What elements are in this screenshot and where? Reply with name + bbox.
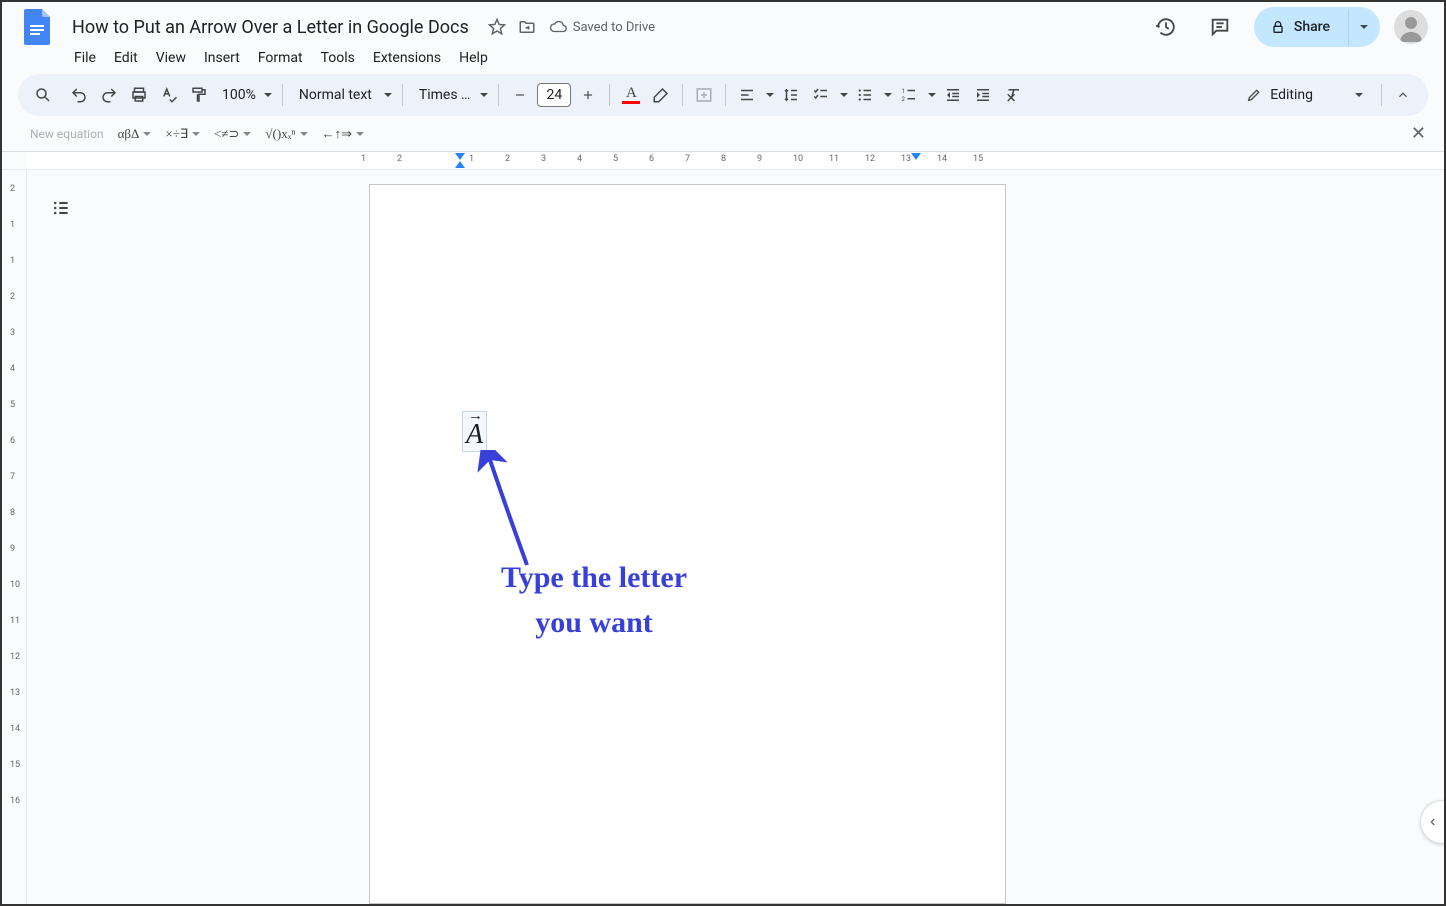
print-button[interactable] [124, 80, 154, 110]
redo-button[interactable] [94, 80, 124, 110]
first-line-indent-marker[interactable] [455, 153, 465, 160]
history-icon[interactable] [1146, 7, 1186, 47]
clear-formatting-button[interactable] [998, 80, 1028, 110]
menu-tools[interactable]: Tools [313, 46, 363, 70]
google-docs-logo[interactable] [18, 7, 58, 47]
lock-icon [1270, 19, 1286, 35]
annotation-text: Type the letter you want [424, 555, 764, 645]
decrease-fontsize-button[interactable] [505, 80, 535, 110]
equation-letter: A [466, 421, 483, 449]
numbered-button[interactable]: 12 [894, 80, 924, 110]
left-indent-marker[interactable] [455, 161, 465, 168]
increase-indent-button[interactable] [968, 80, 998, 110]
decrease-indent-button[interactable] [938, 80, 968, 110]
spellcheck-button[interactable] [154, 80, 184, 110]
share-button[interactable]: Share [1254, 7, 1380, 47]
checklist-dropdown[interactable] [836, 80, 850, 110]
hide-menus-button[interactable] [1388, 80, 1418, 110]
move-folder-icon[interactable] [517, 17, 537, 37]
zoom-dropdown[interactable]: 100% [214, 87, 276, 103]
right-indent-marker[interactable] [911, 153, 921, 160]
editing-mode-dropdown[interactable]: Editing [1234, 87, 1375, 103]
menu-view[interactable]: View [148, 46, 194, 70]
comments-icon[interactable] [1200, 7, 1240, 47]
new-equation-label[interactable]: New equation [30, 127, 104, 141]
menu-insert[interactable]: Insert [196, 46, 248, 70]
equation-group-4[interactable]: ←↑⇒ [322, 126, 364, 142]
svg-text:2: 2 [902, 96, 906, 103]
undo-button[interactable] [64, 80, 94, 110]
text-color-button[interactable]: A [616, 80, 646, 110]
document-page[interactable]: → A Type the letter you want [369, 184, 1006, 904]
menu-help[interactable]: Help [451, 46, 496, 70]
bullets-button[interactable] [850, 80, 880, 110]
paint-format-button[interactable] [184, 80, 214, 110]
align-dropdown[interactable] [762, 80, 776, 110]
checklist-button[interactable] [806, 80, 836, 110]
share-label: Share [1294, 19, 1330, 35]
svg-text:1: 1 [902, 88, 905, 95]
menu-format[interactable]: Format [250, 46, 311, 70]
document-title[interactable]: How to Put an Arrow Over a Letter in Goo… [66, 15, 475, 40]
close-equation-bar-button[interactable]: ✕ [1411, 123, 1426, 144]
fontsize-input[interactable]: 24 [537, 83, 571, 107]
highlight-color-button[interactable] [646, 80, 676, 110]
menu-edit[interactable]: Edit [106, 46, 146, 70]
increase-fontsize-button[interactable] [573, 80, 603, 110]
pencil-icon [1246, 87, 1262, 103]
menu-extensions[interactable]: Extensions [365, 46, 449, 70]
equation-group-2[interactable]: <≠⊃ [214, 126, 251, 142]
account-avatar[interactable] [1394, 10, 1428, 44]
equation-group-0[interactable]: αβΔ [118, 126, 152, 142]
share-dropdown[interactable] [1348, 9, 1376, 45]
insert-image-button [689, 80, 719, 110]
search-menus-button[interactable] [28, 80, 58, 110]
align-button[interactable] [732, 80, 762, 110]
annotation-arrow [472, 450, 552, 570]
line-spacing-button[interactable] [776, 80, 806, 110]
cloud-icon [549, 18, 567, 36]
menu-file[interactable]: File [66, 46, 104, 70]
star-icon[interactable] [487, 17, 507, 37]
numbered-dropdown[interactable] [924, 80, 938, 110]
equation-group-3[interactable]: √()xₓⁿ [265, 126, 307, 142]
equation-box[interactable]: → A [462, 411, 487, 452]
paragraph-style-dropdown[interactable]: Normal text [289, 87, 396, 103]
saved-status-text: Saved to Drive [573, 20, 655, 35]
document-outline-button[interactable] [45, 192, 77, 224]
bullets-dropdown[interactable] [880, 80, 894, 110]
font-dropdown[interactable]: Times … [409, 87, 493, 103]
horizontal-ruler[interactable]: 21123456789101112131415 [27, 152, 1444, 169]
saved-status[interactable]: Saved to Drive [549, 18, 655, 36]
vertical-ruler[interactable]: 2112345678910111213141516 [2, 170, 27, 904]
equation-group-1[interactable]: ×÷∃ [165, 126, 200, 142]
equation-arrow-overhead: → [467, 413, 484, 421]
